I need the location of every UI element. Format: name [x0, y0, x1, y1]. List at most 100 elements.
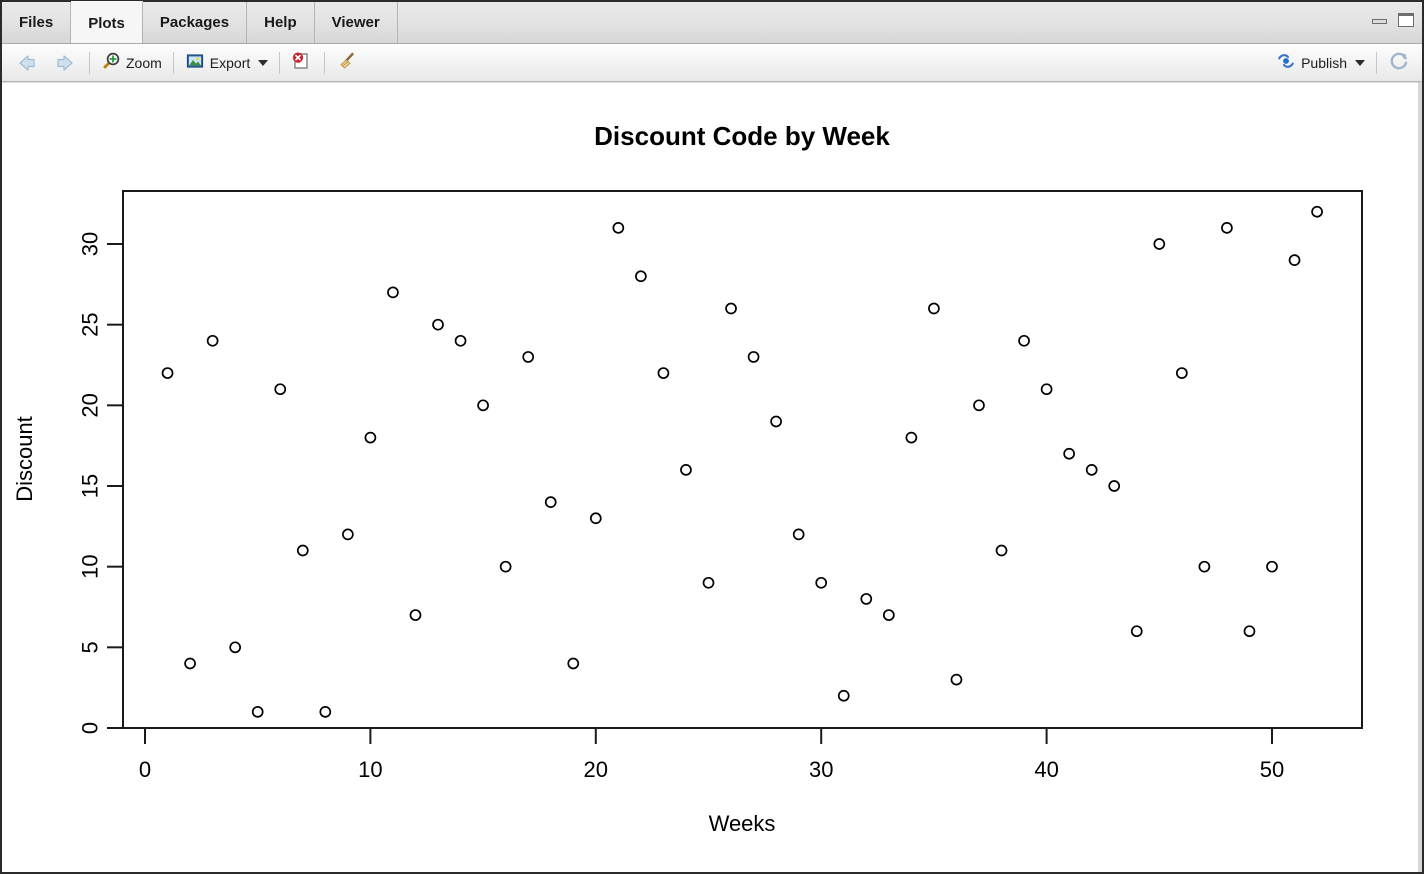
data-point — [409, 609, 422, 621]
y-tick-label: 30 — [78, 232, 103, 256]
data-point — [905, 431, 918, 444]
y-tick-label: 15 — [78, 474, 103, 498]
pane-right-edge — [1418, 82, 1422, 872]
remove-plot-icon — [291, 51, 313, 74]
data-point — [342, 528, 354, 541]
data-point — [612, 222, 625, 234]
export-image-icon — [185, 52, 205, 73]
data-point — [251, 706, 264, 718]
maximize-button[interactable] — [1397, 12, 1414, 27]
data-point — [860, 593, 873, 605]
data-point — [522, 351, 535, 363]
toolbar-separator — [89, 51, 90, 74]
export-button-label: Export — [209, 54, 251, 71]
x-tick-label: 50 — [1260, 757, 1284, 782]
remove-plot-button[interactable] — [285, 49, 319, 77]
minimize-icon — [1372, 19, 1387, 24]
toolbar-separator — [172, 51, 174, 74]
data-point — [1198, 560, 1211, 573]
data-point — [1085, 464, 1098, 476]
data-point — [1063, 447, 1075, 460]
data-point — [973, 399, 985, 412]
chevron-down-icon — [258, 59, 269, 66]
x-tick-label: 40 — [1034, 757, 1058, 782]
magnifier-plus-icon — [101, 51, 121, 74]
forward-button[interactable] — [46, 49, 84, 77]
data-point — [792, 528, 805, 541]
data-point — [635, 270, 647, 283]
maximize-icon — [1398, 13, 1414, 27]
data-point — [319, 706, 332, 718]
chevron-down-icon — [1355, 59, 1365, 66]
x-axis-label: Weeks — [709, 811, 776, 836]
data-point — [477, 399, 489, 412]
data-point — [837, 689, 850, 702]
right-arrow-icon — [52, 52, 78, 74]
tab-packages[interactable]: Packages — [143, 2, 248, 43]
tab-files[interactable]: Files — [2, 2, 72, 43]
publish-button[interactable]: Publish — [1270, 49, 1371, 77]
tab-plots[interactable]: Plots — [71, 1, 143, 43]
data-point — [387, 286, 399, 299]
tab-help[interactable]: Help — [247, 2, 315, 43]
data-point — [995, 544, 1008, 557]
data-point — [1311, 205, 1323, 218]
tab-viewer[interactable]: Viewer — [315, 2, 398, 43]
data-point — [1108, 480, 1121, 492]
pane-tab-strip: Files Plots Packages Help Viewer — [2, 1, 1422, 44]
data-point — [229, 641, 242, 654]
minimize-button[interactable] — [1371, 12, 1388, 27]
y-tick-label: 20 — [78, 393, 103, 417]
tab-viewer-label: Viewer — [331, 14, 380, 31]
data-point — [567, 657, 580, 670]
y-axis-label: Discount — [12, 416, 37, 502]
data-point — [184, 657, 196, 670]
data-point — [950, 673, 963, 686]
data-point — [702, 576, 715, 589]
data-point — [432, 318, 444, 331]
data-point — [1040, 383, 1053, 396]
back-button[interactable] — [8, 49, 46, 77]
data-point — [657, 367, 670, 379]
data-point — [364, 431, 377, 444]
refresh-icon — [1388, 50, 1410, 75]
tab-plots-label: Plots — [88, 14, 125, 32]
window-controls — [1371, 12, 1414, 27]
publish-icon — [1276, 51, 1296, 74]
broom-icon — [336, 51, 358, 74]
x-axis-ticks: 0 10 20 30 40 50 — [139, 728, 1284, 782]
y-tick-label: 10 — [78, 554, 103, 578]
data-point — [680, 464, 692, 476]
export-button[interactable]: Export — [179, 49, 274, 77]
plot-frame — [122, 190, 1363, 729]
data-point — [815, 576, 828, 589]
plots-pane-window: Files Plots Packages Help Viewer Zoom Ex… — [0, 0, 1424, 874]
toolbar-separator — [279, 51, 281, 74]
data-point — [770, 415, 782, 428]
x-tick-label: 0 — [139, 757, 151, 782]
tab-help-label: Help — [264, 14, 297, 31]
zoom-button[interactable]: Zoom — [95, 49, 168, 77]
data-point — [161, 367, 174, 379]
data-point — [1243, 625, 1256, 638]
tab-files-label: Files — [19, 14, 54, 31]
data-point — [274, 383, 287, 396]
data-point — [296, 544, 309, 557]
data-point — [499, 560, 512, 573]
tab-packages-label: Packages — [159, 14, 230, 31]
zoom-button-label: Zoom — [126, 54, 162, 71]
chart-title: Discount Code by Week — [594, 121, 890, 151]
x-tick-label: 30 — [809, 757, 833, 782]
plots-toolbar: Zoom Export Publish — [2, 44, 1422, 82]
data-point — [589, 512, 602, 525]
y-tick-label: 0 — [78, 722, 103, 734]
refresh-button[interactable] — [1382, 49, 1416, 77]
clear-all-plots-button[interactable] — [330, 49, 364, 77]
data-point — [1175, 367, 1188, 379]
x-tick-label: 10 — [358, 757, 382, 782]
y-axis-ticks: 0 5 10 15 20 25 30 — [78, 232, 123, 734]
data-point — [1266, 560, 1278, 573]
plot-surface: Discount Code by Week 0 10 20 30 40 50 0 5 10 15… — [2, 82, 1422, 872]
data-point — [1130, 625, 1143, 638]
toolbar-separator — [1376, 51, 1377, 74]
